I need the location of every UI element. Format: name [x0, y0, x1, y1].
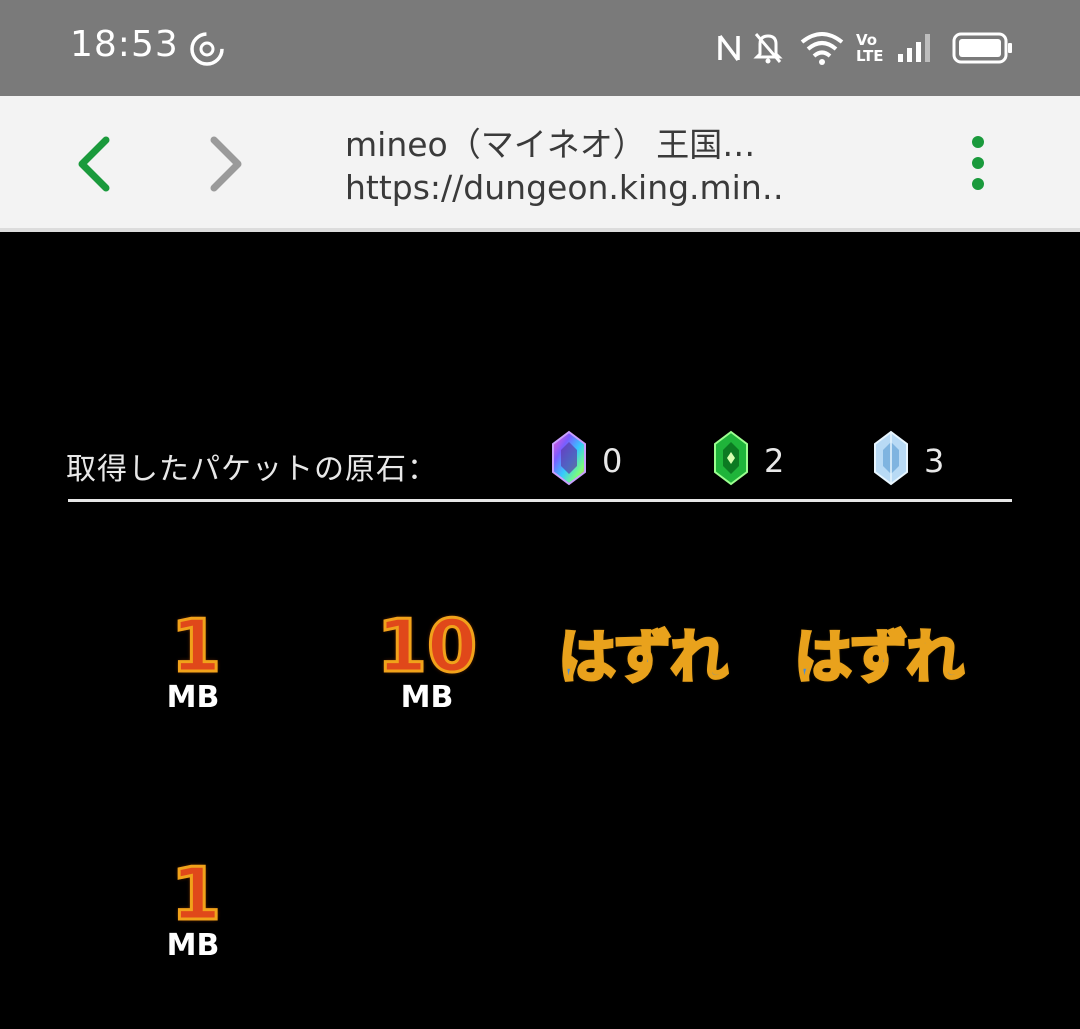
chevron-left-icon — [78, 136, 110, 192]
mute-icon — [752, 30, 784, 70]
page-url[interactable]: https://dungeon.king.min… — [345, 168, 785, 207]
prize-unit: MB — [166, 928, 220, 963]
prize-unit: MB — [166, 680, 220, 715]
miss-label: はずれ — [792, 622, 965, 693]
nfc-icon — [716, 32, 742, 68]
overflow-menu-button[interactable] — [958, 132, 998, 196]
chevron-right-icon — [210, 136, 242, 192]
stone-count-rainbow: 0 — [602, 442, 623, 480]
battery-icon — [952, 32, 1014, 68]
volte-icon: Vo LTE — [856, 31, 884, 66]
stones-divider — [68, 499, 1012, 502]
sync-icon — [188, 30, 226, 72]
prize-value: 1 — [169, 603, 222, 690]
rainbow-gem-icon — [552, 430, 586, 486]
back-button[interactable] — [70, 136, 120, 192]
forward-button[interactable] — [200, 136, 250, 192]
status-time: 18:53 — [70, 24, 179, 65]
wifi-icon — [800, 30, 844, 70]
green-gem-icon — [714, 430, 748, 486]
miss-label: はずれ — [556, 622, 729, 693]
volte-label-top: Vo — [856, 31, 878, 49]
more-vert-icon — [972, 136, 984, 190]
page-title[interactable]: mineo（マイネオ） 王国… — [345, 118, 805, 166]
prize-value: 1 — [169, 851, 222, 938]
prize-unit: MB — [400, 680, 454, 715]
stone-rainbow: 0 — [550, 430, 640, 486]
status-bar: 18:53 Vo LTE — [0, 0, 1080, 96]
stone-count-green: 2 — [764, 442, 785, 480]
signal-icon — [896, 32, 936, 68]
volte-label-bottom: LTE — [856, 47, 884, 65]
ice-gem-icon — [874, 430, 908, 486]
stone-count-ice: 3 — [924, 442, 945, 480]
stones-label: 取得したパケットの原石： — [66, 452, 438, 487]
stone-ice: 3 — [872, 430, 962, 486]
stone-green: 2 — [712, 430, 802, 486]
prize-value: 10 — [375, 603, 478, 690]
